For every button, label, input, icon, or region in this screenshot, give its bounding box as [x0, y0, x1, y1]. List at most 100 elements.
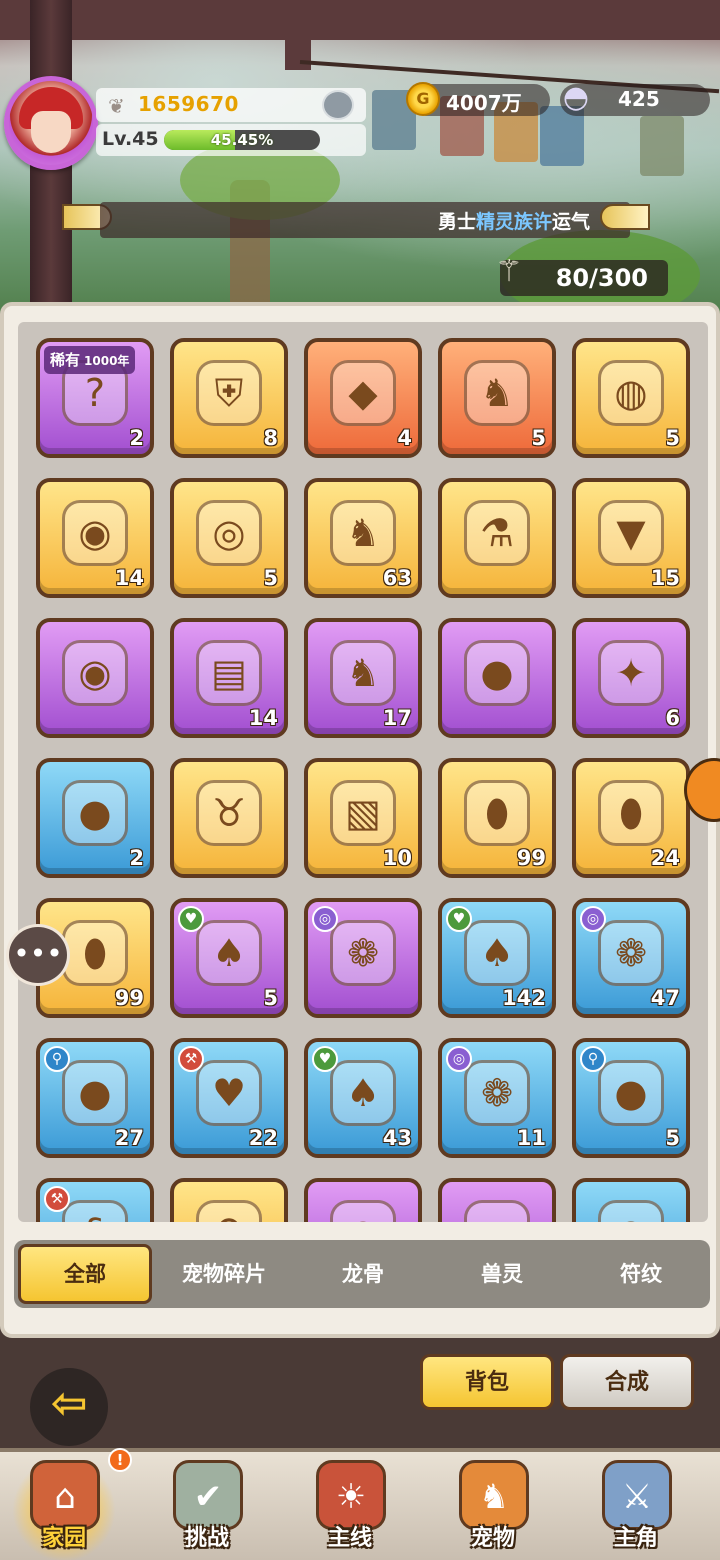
- item-count: 5: [665, 1126, 680, 1150]
- pear-icon: ♠: [464, 920, 530, 986]
- meat-leg-icon: ⚲: [196, 1200, 262, 1222]
- inventory-item[interactable]: ▼ 15: [572, 478, 690, 598]
- inventory-item[interactable]: ◉: [36, 618, 154, 738]
- item-count: 14: [248, 706, 278, 730]
- vine-icon: §: [62, 1200, 128, 1222]
- shell-counter[interactable]: ◓ 425: [560, 80, 710, 116]
- inventory-item[interactable]: ● 2: [36, 758, 154, 878]
- guild-badge-icon[interactable]: [322, 90, 354, 120]
- chat-button[interactable]: •••: [6, 924, 70, 986]
- nav-label: 家园: [41, 1526, 86, 1551]
- nav-item[interactable]: ♞ 宠物: [433, 1452, 553, 1560]
- inventory-item[interactable]: ♞ 5: [438, 338, 556, 458]
- inventory-item[interactable]: ◐: [304, 1178, 422, 1222]
- inventory-item[interactable]: ◎ 5: [170, 478, 288, 598]
- inventory-item[interactable]: ◍ 5: [572, 338, 690, 458]
- nav-item[interactable]: ✔ 挑战: [147, 1452, 267, 1560]
- inventory-item[interactable]: ◉ 14: [36, 478, 154, 598]
- inventory-item[interactable]: ♠ ♥ 43: [304, 1038, 422, 1158]
- category-tab[interactable]: 宠物碎片: [157, 1244, 291, 1304]
- shell-icon: ◓: [562, 80, 590, 115]
- nav-item[interactable]: ⌂ 家园!: [4, 1448, 132, 1560]
- inventory-item[interactable]: ≡: [438, 1178, 556, 1222]
- inventory-item[interactable]: ✦ 6: [572, 618, 690, 738]
- category-tab[interactable]: 全部: [18, 1244, 152, 1304]
- item-count: 22: [248, 1126, 278, 1150]
- item-count: 43: [382, 1126, 412, 1150]
- inventory-item[interactable]: ⛨ 8: [170, 338, 288, 458]
- category-tab[interactable]: 符纹: [574, 1244, 708, 1304]
- element-tag-icon: ◎: [312, 906, 338, 932]
- dragon-head-icon: ♞: [464, 360, 530, 426]
- inventory-item[interactable]: ♠ ♥ 142: [438, 898, 556, 1018]
- announcement-prefix: 勇士: [437, 211, 476, 233]
- item-count: 27: [114, 1126, 144, 1150]
- craft-button[interactable]: 合成: [560, 1354, 694, 1410]
- item-count: 47: [650, 986, 680, 1010]
- fire-gem-icon: ✦: [598, 640, 664, 706]
- inventory-item[interactable]: ♞ 17: [304, 618, 422, 738]
- player-avatar[interactable]: [4, 76, 98, 170]
- item-count: 2: [129, 846, 144, 870]
- inventory-item[interactable]: ● ⚲ 5: [572, 1038, 690, 1158]
- shield-scroll-icon: ⛨: [196, 360, 262, 426]
- egg-icon: ⬮: [598, 780, 664, 846]
- grape-icon: ❁: [598, 920, 664, 986]
- nav-item[interactable]: ☀ 主线: [290, 1452, 410, 1560]
- spirit-orb-icon: ●: [464, 640, 530, 706]
- element-tag-icon: ♥: [312, 1046, 338, 1072]
- inventory-item[interactable]: ♞ 63: [304, 478, 422, 598]
- inventory-item[interactable]: ♥ ⚒ 22: [170, 1038, 288, 1158]
- dragon-head-icon: ♞: [330, 640, 396, 706]
- crystal-icon: ◆: [330, 360, 396, 426]
- category-tab[interactable]: 兽灵: [435, 1244, 569, 1304]
- rune-stone-icon: ◉: [62, 640, 128, 706]
- inventory-item[interactable]: ❁ ◎ 11: [438, 1038, 556, 1158]
- back-button[interactable]: ⇦: [30, 1368, 108, 1446]
- shell-card-icon: ▧: [330, 780, 396, 846]
- avatar-face: [31, 111, 71, 153]
- nav-item[interactable]: ⚔ 主角: [576, 1452, 696, 1560]
- power-score: 1659670: [138, 92, 239, 116]
- inventory-item[interactable]: ♉: [170, 758, 288, 878]
- inventory-item[interactable]: ⬮ 99: [438, 758, 556, 878]
- announcement-banner: 勇士精灵族许运气: [100, 202, 630, 238]
- inventory-item[interactable]: ❁ ◎: [304, 898, 422, 1018]
- inventory-item[interactable]: ▧ 10: [304, 758, 422, 878]
- announcement-text: 勇士精灵族许运气: [438, 207, 590, 234]
- item-count: 14: [114, 566, 144, 590]
- inventory-item[interactable]: ●: [438, 618, 556, 738]
- inventory-item[interactable]: ? 稀有 1000年 2: [36, 338, 154, 458]
- dragon-head-icon: ♞: [330, 500, 396, 566]
- inventory-item[interactable]: ⚗: [438, 478, 556, 598]
- item-grid[interactable]: ? 稀有 1000年 2 ⛨ 8 ◆ 4 ♞ 5 ◍ 5 ◉ 14 ◎ 5 ♞ 63 ⚗ ▼ 15 ◉ ▤ 14 ♞ 17 ● ✦ 6 ●…: [18, 322, 708, 1222]
- inventory-item[interactable]: ❁ ◎ 47: [572, 898, 690, 1018]
- inventory-item[interactable]: ⬮ 24: [572, 758, 690, 878]
- inventory-item[interactable]: ▤ 14: [170, 618, 288, 738]
- level-bar: Lv.45 45.45%: [96, 124, 366, 156]
- egg-icon: ⬮: [464, 780, 530, 846]
- rare-badge: 稀有 1000年: [44, 346, 136, 374]
- inventory-item[interactable]: ◓: [572, 1178, 690, 1222]
- bag-button[interactable]: 背包: [420, 1354, 554, 1410]
- bag-capacity-value: 80/300: [555, 264, 648, 292]
- item-count: 5: [263, 566, 278, 590]
- inventory-item[interactable]: ⚲: [170, 1178, 288, 1222]
- horn-icon: [598, 190, 658, 240]
- item-count: 2: [129, 426, 144, 450]
- notification-badge: !: [108, 1448, 132, 1472]
- coin-counter[interactable]: G 4007万: [406, 82, 550, 116]
- inventory-item[interactable]: ◆ 4: [304, 338, 422, 458]
- power-score-bar: ❦ 1659670: [96, 88, 366, 122]
- item-count: 142: [502, 986, 546, 1010]
- item-count: 15: [650, 566, 680, 590]
- shell-amount: 425: [618, 87, 660, 111]
- element-tag-icon: ♥: [446, 906, 472, 932]
- wooden-beam: [0, 0, 720, 40]
- inventory-item[interactable]: ♠ ♥ 5: [170, 898, 288, 1018]
- element-tag-icon: ⚒: [44, 1186, 70, 1212]
- item-count: 11: [516, 1126, 546, 1150]
- category-tab[interactable]: 龙骨: [296, 1244, 430, 1304]
- inventory-item[interactable]: ● ⚲ 27: [36, 1038, 154, 1158]
- inventory-item[interactable]: §⚒: [36, 1178, 154, 1222]
